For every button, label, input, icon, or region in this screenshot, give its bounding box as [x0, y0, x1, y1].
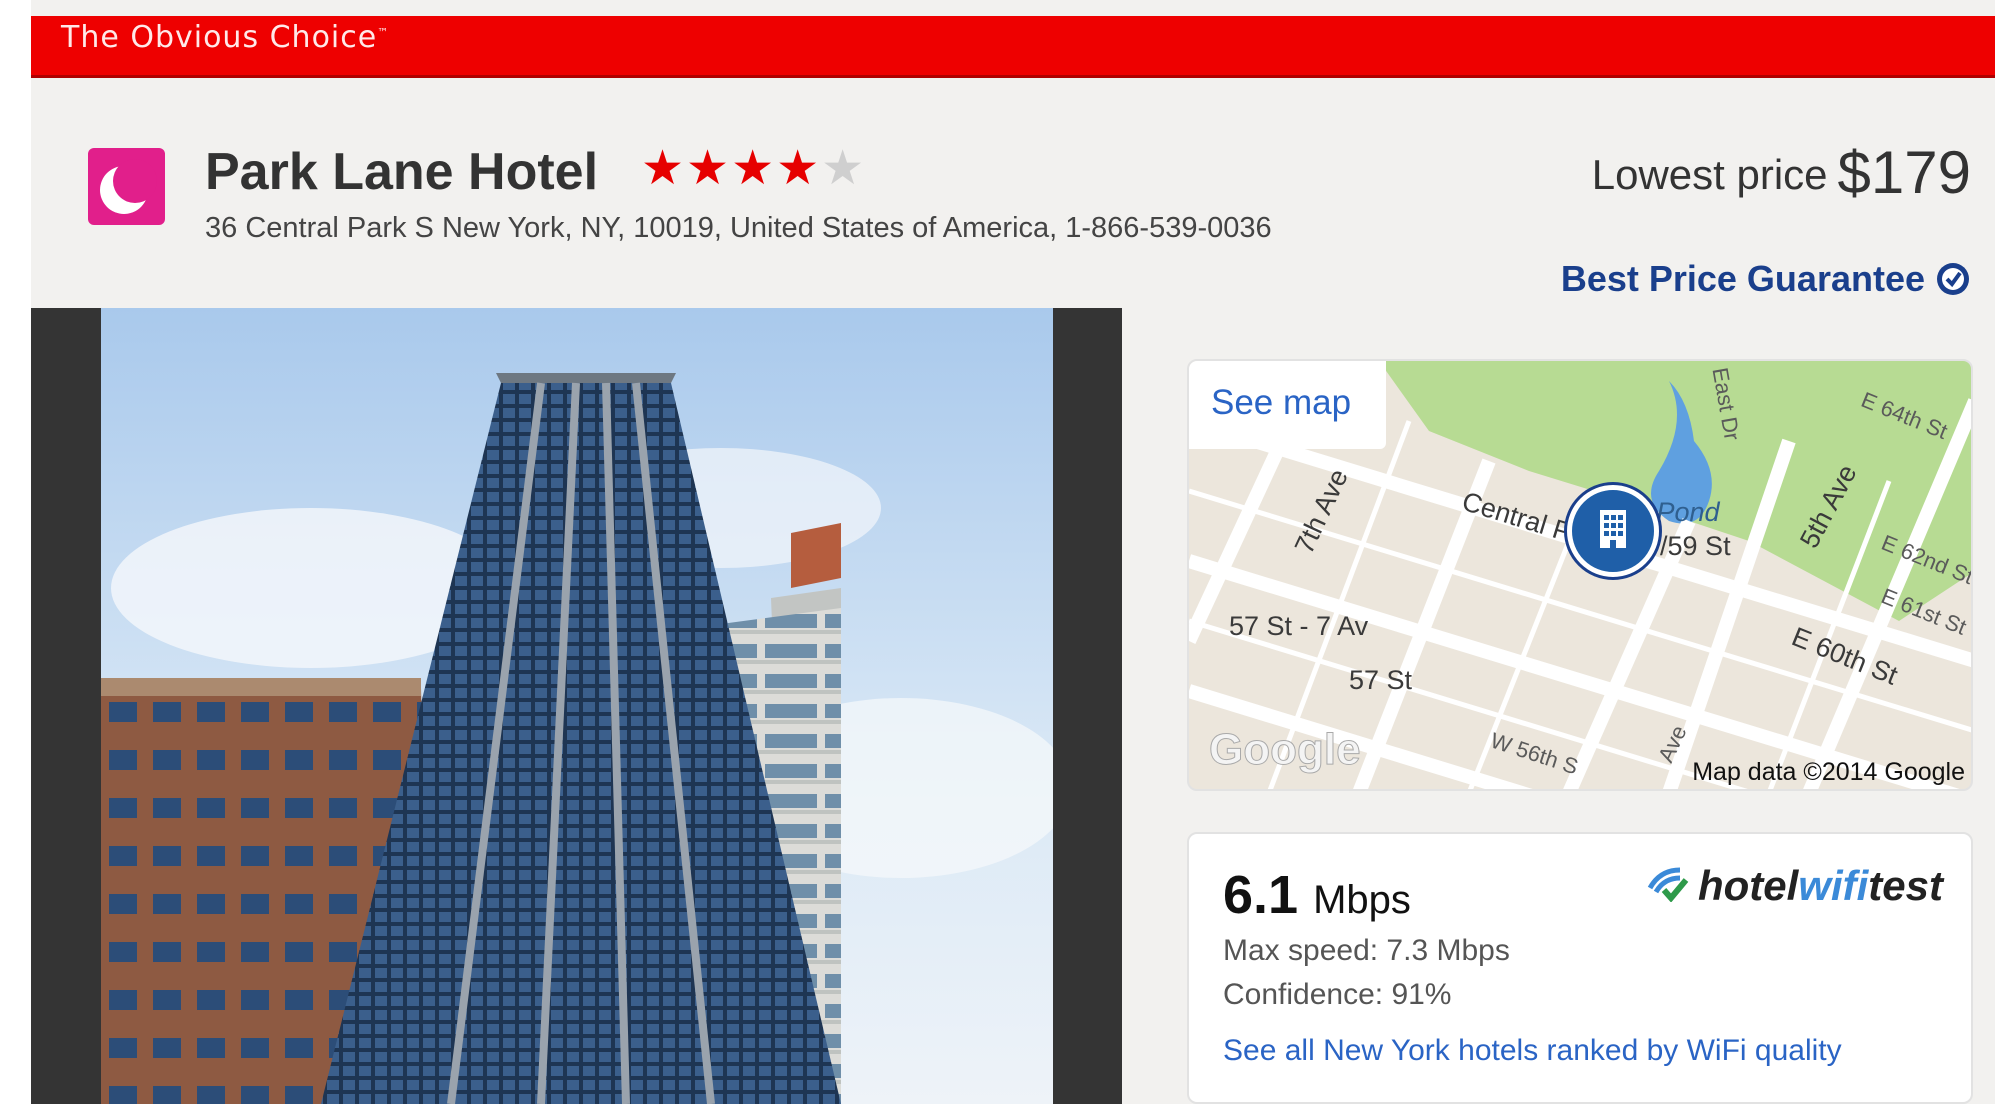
badge-checkmark-icon: [1935, 261, 1971, 306]
lowest-price-label: Lowest price: [1591, 151, 1828, 198]
wifi-ranking-link[interactable]: See all New York hotels ranked by WiFi q…: [1223, 1034, 1842, 1068]
star-rating-empty: ★: [821, 142, 867, 195]
wifi-confidence: Confidence: 91%: [1223, 978, 1452, 1011]
wifi-max-speed: Max speed: 7.3 Mbps: [1223, 934, 1510, 967]
tagline: The Obvious Choice™: [61, 20, 390, 55]
wifi-speed-unit: Mbps: [1313, 878, 1411, 922]
map-credit: Map data ©2014 Google: [1692, 758, 1965, 786]
hotel-address: 36 Central Park S New York, NY, 10019, U…: [205, 212, 1272, 244]
best-price-guarantee-link[interactable]: Best Price Guarantee: [1561, 258, 1971, 306]
top-banner: The Obvious Choice™: [31, 16, 1995, 78]
location-map[interactable]: See map 7th Ave Central Park S e Pond Av…: [1187, 359, 1973, 791]
wifi-check-icon: [1646, 864, 1690, 912]
wifi-panel: 6.1 Mbps Max speed: 7.3 Mbps Confidence:…: [1187, 832, 1973, 1104]
hotelwifitest-logo[interactable]: hotelwifitest: [1646, 862, 1943, 912]
wifi-speed: 6.1 Mbps: [1223, 864, 1411, 926]
hotel-photo[interactable]: [31, 308, 1122, 1104]
lowest-price-value: $179: [1837, 139, 1971, 206]
map-label-57-st-7-av: 57 St - 7 Av: [1229, 611, 1369, 641]
best-price-guarantee-label: Best Price Guarantee: [1560, 258, 1925, 299]
page-frame: The Obvious Choice™ Park Lane Hotel ★★★★…: [31, 0, 1995, 1104]
see-map-link[interactable]: See map: [1189, 361, 1386, 449]
lowest-price: Lowest price $179: [1592, 138, 1971, 207]
hotel-building-icon[interactable]: [1567, 485, 1659, 577]
google-logo: Google: [1209, 725, 1362, 775]
crescent-moon-icon: [88, 148, 165, 225]
star-rating: ★★★★★: [641, 140, 866, 196]
star-rating-filled: ★★★★: [641, 142, 822, 195]
hotel-name[interactable]: Park Lane Hotel: [205, 142, 598, 202]
map-label-57-st: 57 St: [1349, 665, 1413, 695]
wifi-speed-value: 6.1: [1223, 865, 1299, 925]
